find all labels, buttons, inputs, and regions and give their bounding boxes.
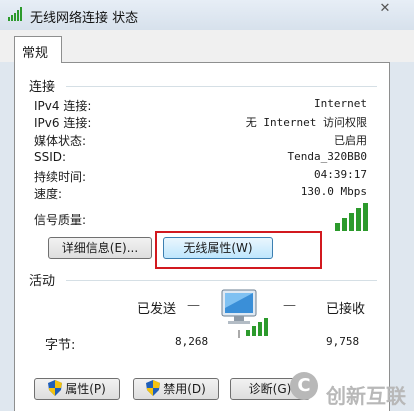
speed-value: 130.0 Mbps: [300, 185, 367, 198]
ipv6-label: IPv6 连接:: [34, 116, 92, 130]
connection-heading: 连接: [29, 80, 56, 95]
close-button[interactable]: ✕: [370, 1, 400, 19]
disable-button[interactable]: 禁用(D): [133, 378, 219, 400]
signal-quality-label: 信号质量:: [34, 213, 87, 227]
sent-label: 已发送: [137, 302, 177, 317]
properties-button-label: 属性(P): [65, 382, 106, 396]
received-dash: —: [283, 298, 296, 313]
sent-dash: —: [187, 298, 200, 313]
wireless-signal-icon: [8, 7, 22, 21]
properties-button[interactable]: 属性(P): [34, 378, 120, 400]
activity-heading: 活动: [29, 274, 56, 289]
highlight-box: [155, 231, 322, 269]
media-state-value: 已启用: [334, 134, 367, 147]
ipv4-value: Internet: [314, 97, 367, 110]
received-label: 已接收: [326, 302, 366, 317]
duration-value: 04:39:17: [314, 168, 367, 181]
uac-shield-icon: [146, 380, 161, 396]
window-title: 无线网络连接 状态: [30, 11, 139, 26]
close-icon: ✕: [379, 1, 391, 16]
bytes-sent-value: 8,268: [175, 335, 209, 348]
tab-general[interactable]: 常规: [14, 36, 62, 63]
tab-strip: [0, 30, 414, 62]
connection-divider: [66, 86, 377, 87]
ssid-label: SSID:: [34, 150, 67, 164]
details-button[interactable]: 详细信息(E)...: [48, 237, 152, 259]
title-bar: 无线网络连接 状态 ✕: [0, 0, 414, 30]
bytes-received-value: 9,758: [326, 335, 360, 348]
ipv4-label: IPv4 连接:: [34, 99, 92, 113]
activity-divider: [66, 280, 377, 281]
media-state-label: 媒体状态:: [34, 134, 87, 148]
watermark-logo: C: [290, 372, 318, 400]
bytes-label: 字节:: [45, 338, 76, 353]
speed-label: 速度:: [34, 187, 63, 201]
duration-label: 持续时间:: [34, 170, 87, 184]
watermark-text: 创新互联: [326, 384, 406, 408]
signal-strength-icon: [335, 203, 368, 231]
disable-button-label: 禁用(D): [163, 382, 206, 396]
uac-shield-icon: [48, 380, 63, 396]
network-computer-icon: [221, 289, 268, 338]
ipv6-value: 无 Internet 访问权限: [245, 116, 367, 129]
ssid-value: Tenda_320BB0: [287, 150, 367, 163]
